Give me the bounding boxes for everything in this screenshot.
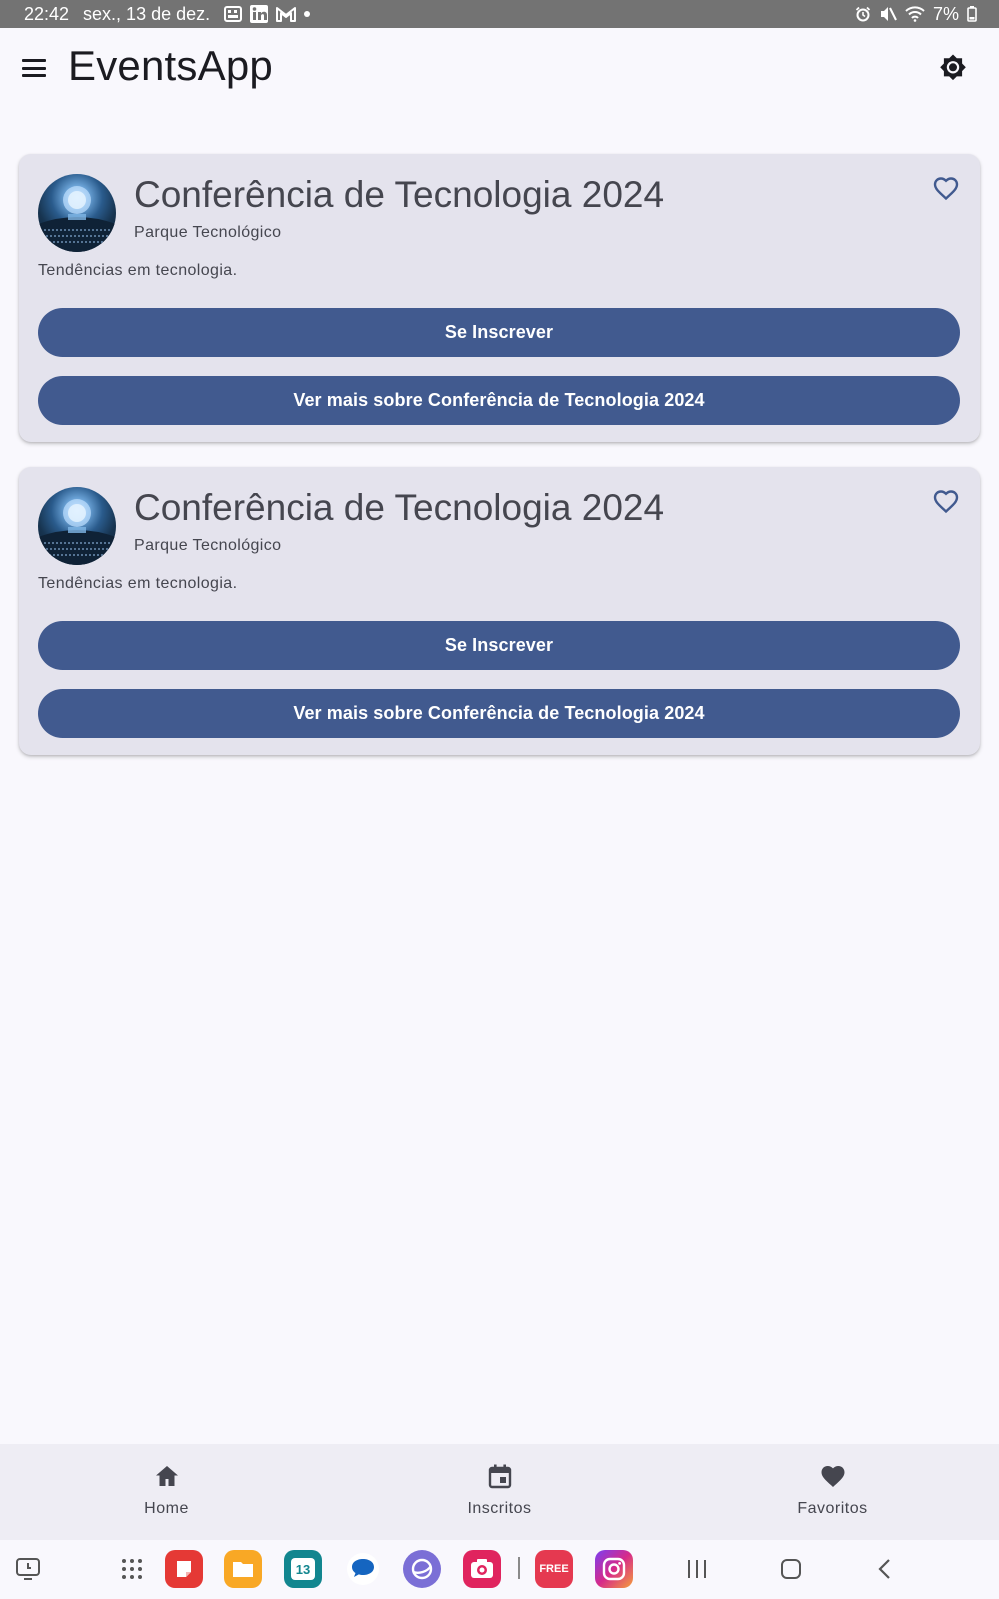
calendar-icon [486, 1462, 514, 1490]
screen-recorder-icon[interactable] [9, 1550, 47, 1588]
brightness-icon[interactable] [937, 52, 969, 84]
see-more-button[interactable]: Ver mais sobre Conferência de Tecnologia… [38, 376, 960, 425]
free-app-icon[interactable]: FREE [535, 1550, 573, 1588]
home-button-icon[interactable] [772, 1550, 810, 1588]
app-bar: EventsApp [0, 28, 999, 108]
subscribe-button[interactable]: Se Inscrever [38, 621, 960, 670]
menu-icon[interactable] [20, 56, 48, 80]
calendar-app-day: 13 [291, 1558, 315, 1580]
nav-label: Home [144, 1500, 189, 1517]
event-card: Conferência de Tecnologia 2024 Parque Te… [19, 154, 980, 442]
system-taskbar: 13 FREE [0, 1540, 999, 1599]
status-bar: 22:42 sex., 13 de dez. 7% [0, 0, 999, 28]
event-location: Parque Tecnológico [134, 224, 282, 241]
mute-icon [879, 6, 897, 22]
subscribe-button[interactable]: Se Inscrever [38, 308, 960, 357]
nav-item-favoritos[interactable]: Favoritos [666, 1444, 999, 1540]
favorite-heart-icon[interactable] [932, 487, 960, 515]
battery-percent: 7% [932, 3, 959, 24]
heart-icon [819, 1462, 847, 1490]
messages-app-icon[interactable] [344, 1550, 382, 1588]
notification-dot-icon [304, 11, 311, 17]
event-location: Parque Tecnológico [134, 537, 282, 554]
event-image [38, 174, 116, 252]
favorite-heart-icon[interactable] [932, 174, 960, 202]
event-title: Conferência de Tecnologia 2024 [134, 174, 665, 215]
calendar-app-icon[interactable]: 13 [284, 1550, 322, 1588]
event-card: Conferência de Tecnologia 2024 Parque Te… [19, 467, 980, 755]
recents-icon[interactable] [678, 1550, 716, 1588]
event-description: Tendências em tecnologia. [38, 575, 238, 592]
bottom-navigation: Home Inscritos Favoritos [0, 1444, 999, 1540]
battery-icon [967, 6, 977, 22]
files-app-icon[interactable] [224, 1550, 262, 1588]
event-image [38, 487, 116, 565]
event-title: Conferência de Tecnologia 2024 [134, 487, 665, 528]
see-more-button[interactable]: Ver mais sobre Conferência de Tecnologia… [38, 689, 960, 738]
gmail-icon [276, 6, 297, 22]
home-icon [153, 1462, 181, 1490]
alarm-icon [855, 6, 871, 22]
free-app-label: FREE [539, 1563, 569, 1575]
notes-app-icon[interactable] [165, 1550, 203, 1588]
status-date: sex., 13 de dez. [83, 3, 211, 24]
browser-app-icon[interactable] [403, 1550, 441, 1588]
back-icon[interactable] [866, 1550, 904, 1588]
app-drawer-icon[interactable] [113, 1550, 151, 1588]
camera-app-icon[interactable] [463, 1550, 501, 1588]
event-description: Tendências em tecnologia. [38, 262, 238, 279]
wifi-icon [905, 6, 925, 22]
linkedin-icon [250, 5, 269, 23]
nav-item-inscritos[interactable]: Inscritos [333, 1444, 666, 1540]
app-title: EventsApp [68, 42, 273, 89]
nav-label: Inscritos [467, 1500, 532, 1517]
keyboard-icon [224, 6, 243, 22]
taskbar-divider [518, 1557, 520, 1579]
status-time: 22:42 [24, 3, 70, 24]
nav-label: Favoritos [797, 1500, 868, 1517]
nav-item-home[interactable]: Home [0, 1444, 333, 1540]
instagram-app-icon[interactable] [595, 1550, 633, 1588]
